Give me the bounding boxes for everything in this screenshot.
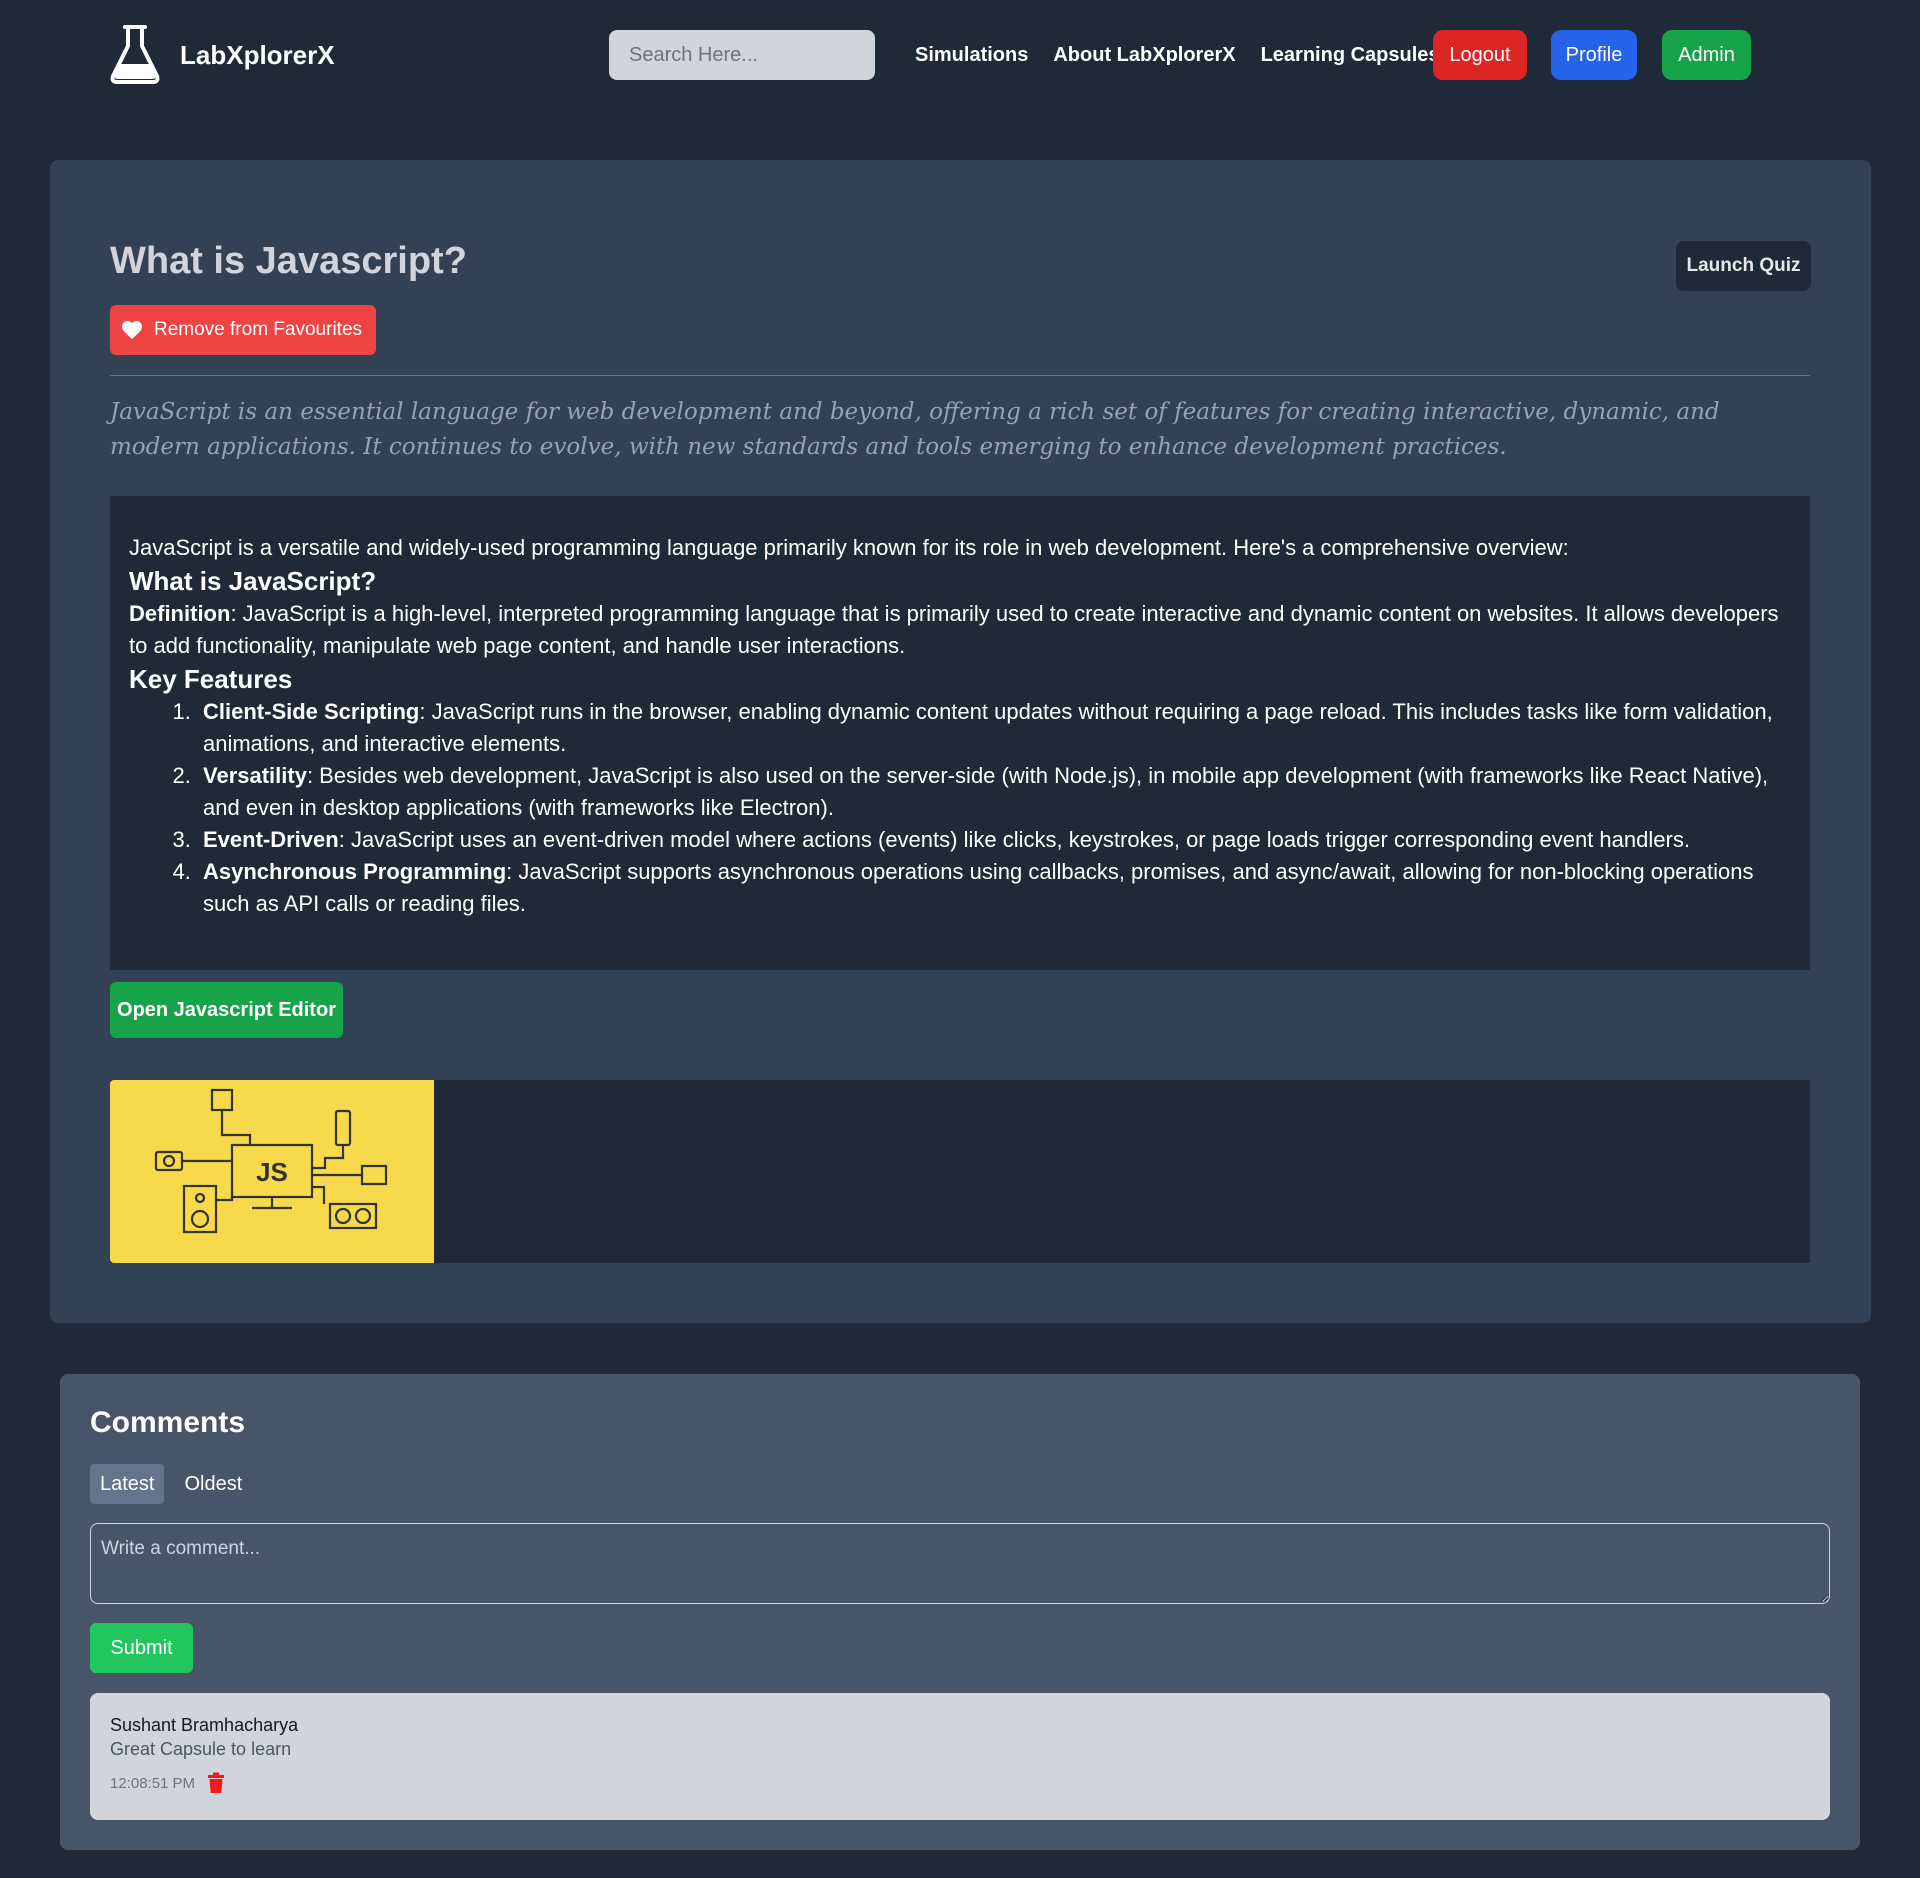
content-definition: Definition: JavaScript is a high-level, … [129, 598, 1790, 662]
comments-title: Comments [90, 1406, 246, 1439]
comment-input[interactable] [90, 1523, 1830, 1604]
list-item: Asynchronous Programming: JavaScript sup… [197, 856, 1790, 920]
feature-label: Asynchronous Programming [203, 859, 507, 884]
top-navbar: LabXplorerX Simulations About LabXplorer… [0, 0, 1920, 112]
brand-name: LabXplorerX [180, 39, 335, 70]
comment-card: Sushant Bramhacharya Great Capsule to le… [90, 1693, 1830, 1820]
comment-text: Great Capsule to learn [110, 1739, 292, 1759]
capsule-card: What is Javascript? Launch Quiz Remove f… [50, 160, 1871, 1323]
nav-link-learning-capsules[interactable]: Learning Capsules [1261, 44, 1440, 67]
comment-author: Sushant Bramhacharya [110, 1715, 299, 1735]
brand[interactable]: LabXplorerX [108, 24, 335, 86]
list-item: Versatility: Besides web development, Ja… [197, 760, 1790, 824]
remove-favourite-label: Remove from Favourites [154, 319, 363, 340]
definition-text: : JavaScript is a high-level, interprete… [129, 601, 1779, 658]
feature-text: : JavaScript uses an event-driven model … [338, 827, 1690, 852]
list-item: Client-Side Scripting: JavaScript runs i… [197, 696, 1790, 760]
search-bar [609, 30, 922, 80]
comment-sort-tabs: Latest Oldest [90, 1464, 252, 1504]
content-heading-what: What is JavaScript? [129, 566, 377, 596]
trash-icon[interactable] [207, 1772, 225, 1794]
launch-quiz-button[interactable]: Launch Quiz [1676, 241, 1811, 291]
submit-comment-button[interactable]: Submit [90, 1623, 193, 1673]
comment-meta: 12:08:51 PM [110, 1772, 1810, 1794]
capsule-title: What is Javascript? [110, 240, 467, 282]
nav-links: Simulations About LabXplorerX Learning C… [915, 30, 1440, 80]
nav-link-about[interactable]: About LabXplorerX [1053, 44, 1235, 67]
javascript-illustration[interactable]: JS [110, 1080, 434, 1263]
search-input[interactable] [629, 43, 894, 67]
capsule-summary: JavaScript is an essential language for … [110, 399, 1720, 460]
list-item: Event-Driven: JavaScript uses an event-d… [197, 824, 1790, 856]
javascript-illustration-label: JS [256, 1157, 288, 1187]
logout-button[interactable]: Logout [1433, 30, 1527, 80]
feature-text: : Besides web development, JavaScript is… [203, 763, 1769, 820]
definition-label: Definition [129, 601, 231, 626]
features-list: Client-Side Scripting: JavaScript runs i… [197, 696, 1790, 920]
open-editor-button[interactable]: Open Javascript Editor [110, 982, 343, 1038]
feature-label: Versatility [203, 763, 307, 788]
content-heading-features: Key Features [129, 664, 293, 694]
feature-text: : JavaScript runs in the browser, enabli… [203, 699, 1773, 756]
feature-label: Event-Driven [203, 827, 339, 852]
divider [110, 375, 1810, 376]
capsule-content: JavaScript is a versatile and widely-use… [110, 496, 1810, 970]
remove-favourite-button[interactable]: Remove from Favourites [110, 305, 376, 355]
comments-section: Comments Latest Oldest Submit Sushant Br… [60, 1374, 1860, 1850]
admin-button[interactable]: Admin [1662, 30, 1751, 80]
nav-link-simulations[interactable]: Simulations [915, 44, 1028, 67]
flask-icon [108, 24, 162, 86]
heart-icon [120, 318, 144, 342]
comment-timestamp: 12:08:51 PM [110, 1774, 196, 1792]
tab-oldest[interactable]: Oldest [174, 1464, 252, 1504]
tab-latest[interactable]: Latest [90, 1464, 165, 1504]
profile-button[interactable]: Profile [1551, 30, 1637, 80]
feature-label: Client-Side Scripting [203, 699, 420, 724]
media-gallery: JS [110, 1080, 1810, 1263]
content-intro: JavaScript is a versatile and widely-use… [129, 535, 1569, 560]
